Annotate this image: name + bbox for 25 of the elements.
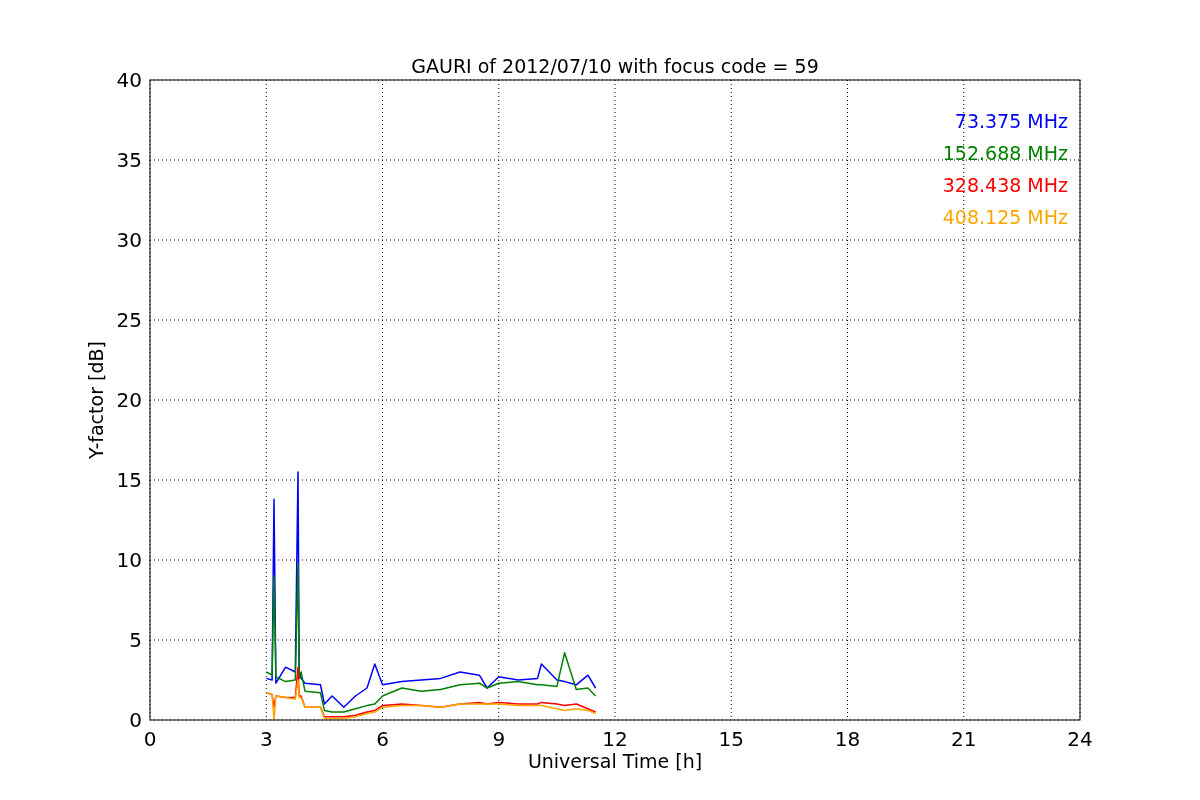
x-tick-label: 24: [1067, 727, 1093, 751]
x-tick-label: 21: [951, 727, 977, 751]
y-tick-label: 15: [116, 468, 142, 492]
y-tick-label: 10: [116, 548, 142, 572]
y-tick-label: 35: [116, 148, 142, 172]
x-tick-label: 15: [718, 727, 744, 751]
x-tick-label: 6: [376, 727, 389, 751]
x-tick-label: 0: [143, 727, 157, 751]
x-tick-label: 12: [602, 727, 628, 751]
x-tick-label: 3: [259, 727, 273, 751]
legend-label: 152.688 MHz: [942, 142, 1068, 164]
legend-label: 73.375 MHz: [954, 110, 1068, 132]
x-tick-label: 18: [834, 727, 861, 751]
chart-title: GAURI of 2012/07/10 with focus code = 59: [411, 55, 819, 77]
y-axis-label: Y-factor [dB]: [85, 341, 107, 459]
legend-label: 328.438 MHz: [942, 174, 1068, 196]
y-tick-label: 40: [116, 68, 142, 92]
x-tick-label: 9: [492, 727, 506, 751]
y-tick-label: 30: [116, 228, 142, 252]
y-tick-label: 20: [116, 388, 142, 412]
y-tick-label: 0: [129, 708, 142, 732]
x-axis-label: Universal Time [h]: [527, 750, 703, 772]
legend-label: 408.125 MHz: [942, 206, 1068, 228]
y-tick-label: 5: [129, 628, 142, 652]
y-tick-label: 25: [116, 308, 142, 332]
